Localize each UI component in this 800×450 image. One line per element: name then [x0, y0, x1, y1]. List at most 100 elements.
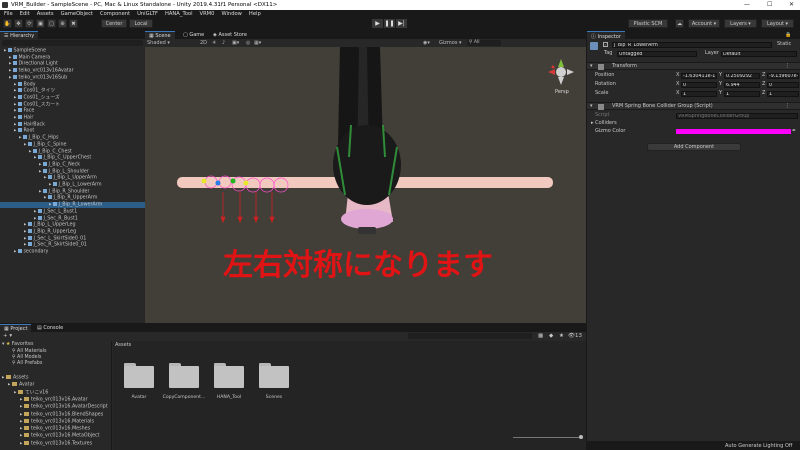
account-dropdown[interactable]: Account ▾: [688, 19, 720, 28]
maximize-icon[interactable]: ☐: [767, 1, 772, 8]
hierarchy-item[interactable]: ▸ Main Camera: [0, 54, 145, 61]
custom-tool-icon[interactable]: ✖: [69, 19, 78, 28]
2d-toggle[interactable]: 2D: [200, 40, 207, 46]
hierarchy-item[interactable]: ▸ Directional Light: [0, 61, 145, 67]
menu-help[interactable]: Help: [249, 11, 261, 17]
hierarchy-item[interactable]: ▸ Cos01_シューズ: [0, 94, 145, 101]
shading-mode-dropdown[interactable]: Shaded ▾: [147, 40, 170, 46]
folder-avatar[interactable]: [124, 363, 154, 388]
hierarchy-item[interactable]: ▸ secondary: [0, 249, 145, 255]
hierarchy-item[interactable]: ▸ J_Bip_R_UpperArm: [0, 195, 145, 201]
step-button[interactable]: ▶|: [396, 19, 407, 28]
favorites-header[interactable]: ▾ ★ Favorites: [2, 342, 33, 348]
project-tree-item[interactable]: ▸ teiko_vrc013v16.Textures: [20, 440, 92, 447]
project-tree-item[interactable]: ▸ teiko_vrc013v16.AvatarDescript: [20, 404, 108, 410]
project-search-input[interactable]: [408, 333, 532, 339]
zoom-slider-thumb[interactable]: [579, 435, 583, 439]
hierarchy-item[interactable]: ▸ Body: [0, 81, 145, 88]
orientation-gizmo[interactable]: [548, 59, 574, 85]
create-dropdown-icon[interactable]: + ▾: [3, 333, 12, 339]
menu-vrm0[interactable]: VRM0: [200, 11, 215, 17]
menu-unigltf[interactable]: UniGLTF: [137, 11, 158, 17]
hidden-objects-icon[interactable]: ◎: [246, 40, 250, 46]
tab-hierarchy[interactable]: ☰ Hierarchy: [0, 31, 39, 39]
layer-dropdown[interactable]: Default: [721, 50, 797, 57]
hierarchy-item[interactable]: ▸ J_Bip_C_Neck: [0, 161, 145, 168]
component-menu-icon[interactable]: ⋮: [785, 103, 790, 110]
hierarchy-item[interactable]: ▸ J_Bip_L_UpperArm: [0, 175, 145, 181]
pivot-center-button[interactable]: Center: [101, 19, 127, 28]
hierarchy-item[interactable]: ▸ J_Bip_L_Shoulder: [0, 168, 145, 175]
component-menu-icon[interactable]: ⋮: [785, 63, 790, 70]
hierarchy-item[interactable]: ▸ Cos01_タイツ: [0, 88, 145, 94]
tab-game[interactable]: ▢ Game: [179, 31, 209, 39]
object-name-field[interactable]: J_Bip_R_LowerArm: [612, 42, 772, 48]
project-tree-item[interactable]: ▸ teiko_vrc013v16.Meshes: [20, 426, 90, 432]
hierarchy-item[interactable]: ▸ HairBack: [0, 121, 145, 128]
grid-toggle-icon[interactable]: ▦▾: [254, 40, 261, 46]
hierarchy-item[interactable]: ▸ Face: [0, 108, 145, 114]
favorite-all-prefabs[interactable]: ⚲ All Prefabs: [12, 361, 42, 367]
position-x-field[interactable]: -1.630411e-1: [681, 72, 717, 79]
scale-y-field[interactable]: 1: [724, 90, 760, 97]
scene-viewport[interactable]: Persp 左右対称になります: [145, 47, 586, 323]
hierarchy-item[interactable]: ▸ teiko_vrc013v16Sub: [0, 74, 145, 81]
rect-tool-icon[interactable]: ▢: [47, 19, 56, 28]
menu-window[interactable]: Window: [221, 11, 241, 17]
pivot-local-button[interactable]: Local: [129, 19, 153, 28]
hierarchy-search-input[interactable]: [2, 40, 143, 46]
hierarchy-item[interactable]: ▸ J_Bip_C_Hips: [0, 135, 145, 141]
menu-hana-tool[interactable]: HANA_Tool: [165, 11, 193, 17]
tab-inspector[interactable]: ⓘ Inspector: [587, 31, 625, 40]
scale-z-field[interactable]: 1: [767, 90, 799, 97]
gizmos-dropdown[interactable]: Gizmos ▾: [439, 40, 462, 46]
project-tree-item[interactable]: ▸ teiko_vrc013v16.Avatar: [20, 396, 88, 403]
eyedropper-icon[interactable]: ✒: [792, 128, 796, 135]
cloud-icon[interactable]: ☁: [675, 19, 684, 28]
gizmo-color-swatch[interactable]: [676, 129, 791, 134]
hierarchy-item[interactable]: ▸ Cos01_スカート: [0, 101, 145, 108]
hierarchy-item[interactable]: ▸ J_Sec_R_SkirtSide0_01: [0, 242, 145, 248]
active-checkbox[interactable]: ✓: [603, 42, 608, 47]
star-icon[interactable]: ★: [559, 333, 564, 339]
rotation-z-field[interactable]: 0: [767, 81, 799, 88]
rotate-tool-icon[interactable]: ⟳: [25, 19, 34, 28]
static-toggle[interactable]: Static: [777, 41, 791, 48]
hierarchy-item[interactable]: ▸ teiko_vrc013v16Avatar: [0, 68, 145, 74]
folder-copycomponent[interactable]: [169, 363, 199, 388]
audio-toggle-icon[interactable]: ♪: [222, 40, 225, 46]
hierarchy-item[interactable]: ▸ J_Bip_R_LowerArm: [0, 202, 145, 209]
project-tree-item[interactable]: ▸ teiko_vrc013v16.BlendShapes: [20, 411, 103, 418]
close-icon[interactable]: ✕: [789, 1, 794, 8]
move-tool-icon[interactable]: ✥: [14, 19, 23, 28]
hierarchy-item[interactable]: ▸ J_Sec_R_Bust1: [0, 215, 145, 222]
add-component-button[interactable]: Add Component: [647, 143, 741, 151]
scale-x-field[interactable]: 1: [681, 90, 717, 97]
hierarchy-item[interactable]: ▸ SampleScene: [0, 48, 145, 54]
project-tree-item[interactable]: ▸ teiko_vrc013v16.Materials: [20, 418, 94, 425]
hierarchy-item[interactable]: ▸ Root: [0, 128, 145, 134]
hierarchy-item[interactable]: ▸ J_Bip_L_UpperLeg: [0, 222, 145, 228]
plastic-scm-button[interactable]: Plastic SCM: [628, 19, 668, 28]
rotation-y-field[interactable]: 6.944: [724, 81, 760, 88]
effects-toggle-icon[interactable]: ▣▾: [232, 40, 239, 46]
project-tree-item[interactable]: ▸ Avatar: [8, 382, 35, 388]
hierarchy-item[interactable]: ▸ J_Sec_L_SkirtSide0_01: [0, 235, 145, 242]
folder-scenes[interactable]: [259, 363, 289, 388]
lighting-toggle-icon[interactable]: ☀: [212, 40, 216, 46]
zoom-slider[interactable]: [513, 437, 583, 438]
menu-file[interactable]: File: [4, 11, 13, 17]
hand-tool-icon[interactable]: ✋: [3, 19, 12, 28]
rotation-x-field[interactable]: 0: [681, 81, 717, 88]
tab-console[interactable]: ▤ Console: [33, 324, 68, 332]
lock-icon[interactable]: 🔒: [785, 32, 791, 38]
hierarchy-item[interactable]: ▸ J_Bip_R_Shoulder: [0, 188, 145, 195]
colliders-row[interactable]: ▸ Colliders: [587, 120, 800, 127]
colliders-foldout[interactable]: ▸ Colliders: [591, 120, 617, 127]
project-tree-item[interactable]: ▸ teiko_vrc013v16.MetaObject: [20, 433, 100, 439]
hierarchy-item[interactable]: ▸ J_Bip_R_UpperLeg: [0, 228, 145, 235]
project-tree-item[interactable]: ▸ ていこv16: [14, 389, 48, 396]
tag-dropdown[interactable]: Untagged: [617, 50, 697, 57]
tab-project[interactable]: ▦ Project: [0, 324, 32, 332]
menu-gameobject[interactable]: GameObject: [61, 11, 93, 17]
